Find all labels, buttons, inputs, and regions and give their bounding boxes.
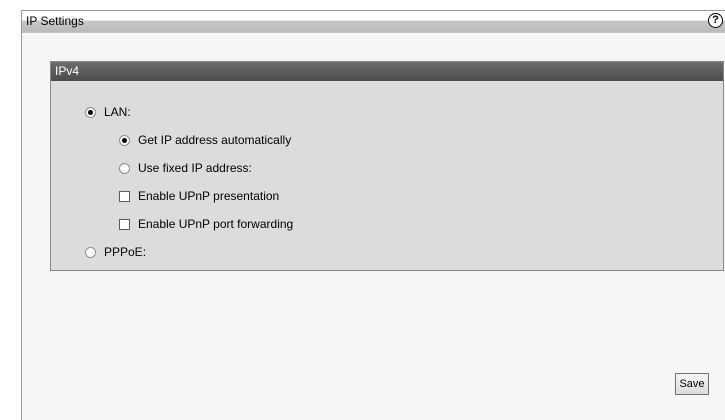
use-fixed-ip-radio[interactable] (119, 162, 130, 174)
lan-option[interactable]: LAN: (85, 104, 131, 120)
use-fixed-ip-option[interactable]: Use fixed IP address: (119, 160, 252, 176)
get-ip-auto-radio[interactable] (119, 134, 130, 146)
upnp-presentation-option[interactable]: Enable UPnP presentation (119, 188, 279, 204)
ipv4-panel-header: IPv4 (51, 62, 723, 81)
pppoe-label: PPPoE: (104, 245, 147, 259)
ipv4-panel: IPv4 LAN: Get IP address automatically U… (50, 61, 724, 271)
window-title: IP Settings (26, 14, 84, 28)
pppoe-option[interactable]: PPPoE: (85, 244, 146, 260)
use-fixed-ip-label: Use fixed IP address: (138, 161, 252, 175)
get-ip-auto-option[interactable]: Get IP address automatically (119, 132, 291, 148)
get-ip-auto-label: Get IP address automatically (138, 133, 292, 147)
upnp-presentation-checkbox[interactable] (119, 190, 130, 202)
help-icon[interactable]: ? (708, 13, 723, 28)
ip-settings-window: IP Settings ? IPv4 LAN: Get IP address a… (21, 10, 725, 420)
lan-radio[interactable] (85, 106, 96, 118)
ipv4-panel-title: IPv4 (55, 64, 80, 78)
upnp-port-forwarding-checkbox[interactable] (119, 218, 130, 230)
upnp-port-forwarding-label: Enable UPnP port forwarding (138, 217, 294, 231)
save-button[interactable]: Save (675, 373, 709, 395)
upnp-presentation-label: Enable UPnP presentation (138, 189, 280, 203)
upnp-port-forwarding-option[interactable]: Enable UPnP port forwarding (119, 216, 293, 232)
title-bar: IP Settings ? (22, 11, 725, 33)
lan-label: LAN: (104, 105, 131, 119)
pppoe-radio[interactable] (85, 246, 96, 258)
